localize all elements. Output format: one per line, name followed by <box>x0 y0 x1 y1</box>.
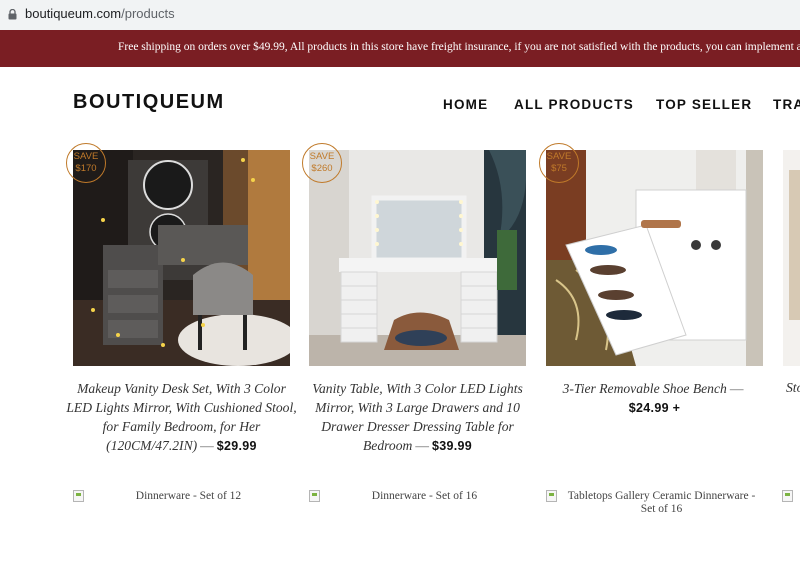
product-title-text[interactable]: 3-Tier Removable Shoe Bench <box>563 381 727 396</box>
product-image-shoe-bench[interactable] <box>546 150 763 366</box>
url-text[interactable]: boutiqueum.com/products <box>25 6 175 21</box>
product-title[interactable]: 3-Tier Removable Shoe Bench — $24.99 + <box>538 379 771 418</box>
save-badge-amount: $260 <box>311 163 333 174</box>
product-price: $39.99 <box>431 439 472 453</box>
image-alt-text[interactable]: Dinnerware - Set of 12 <box>87 490 290 503</box>
product-title-text[interactable]: Makeup Vanity Desk Set, With 3 Color LED… <box>66 381 296 453</box>
announcement-bar: Free shipping on orders over $49.99, All… <box>0 30 800 67</box>
save-badge-label: SAVE <box>546 151 572 162</box>
store-logo[interactable]: BOUTIQUEUM <box>73 91 225 114</box>
nav-all-products[interactable]: ALL PRODUCTS <box>514 97 634 112</box>
product-title[interactable]: Makeup Vanity Desk Set, With 3 Color LED… <box>65 379 298 456</box>
product-title[interactable]: Vanity Table, With 3 Color LED Lights Mi… <box>301 379 534 456</box>
url-path: /products <box>121 6 175 21</box>
save-badge: SAVE $170 <box>66 143 106 183</box>
nav-tra[interactable]: TRA <box>773 97 800 112</box>
product-image-vanity-desk-set[interactable] <box>73 150 290 366</box>
browser-address-bar[interactable]: boutiqueum.com/products <box>0 0 800 31</box>
nav-home[interactable]: HOME <box>443 97 488 112</box>
image-alt-text[interactable]: Dinnerware - Set of 16 <box>323 490 526 503</box>
price-separator: — <box>415 438 429 453</box>
nav-top-seller[interactable]: TOP SELLER <box>656 97 752 112</box>
broken-image-icon[interactable] <box>546 490 557 502</box>
product-title-partial[interactable]: Sto <box>786 380 800 396</box>
product-image-vanity-table[interactable] <box>309 150 526 366</box>
save-badge-amount: $170 <box>75 163 97 174</box>
broken-image-icon[interactable] <box>309 490 320 502</box>
save-badge: SAVE $75 <box>539 143 579 183</box>
product-price: $24.99 + <box>628 401 681 415</box>
url-domain: boutiqueum.com <box>25 6 122 21</box>
image-alt-text[interactable]: Tabletops Gallery Ceramic Dinnerware - S… <box>560 490 763 516</box>
price-separator: — <box>729 381 744 396</box>
save-badge-label: SAVE <box>73 151 99 162</box>
price-separator: — <box>200 438 214 453</box>
product-price: $29.99 <box>216 439 257 453</box>
lock-icon <box>8 9 17 20</box>
broken-image-icon[interactable] <box>73 490 84 502</box>
product-image-partial[interactable] <box>781 150 800 366</box>
save-badge-amount: $75 <box>551 163 567 174</box>
broken-image-icon[interactable] <box>782 490 793 502</box>
save-badge: SAVE $260 <box>302 143 342 183</box>
announcement-text: Free shipping on orders over $49.99, All… <box>118 41 800 53</box>
save-badge-label: SAVE <box>309 151 335 162</box>
